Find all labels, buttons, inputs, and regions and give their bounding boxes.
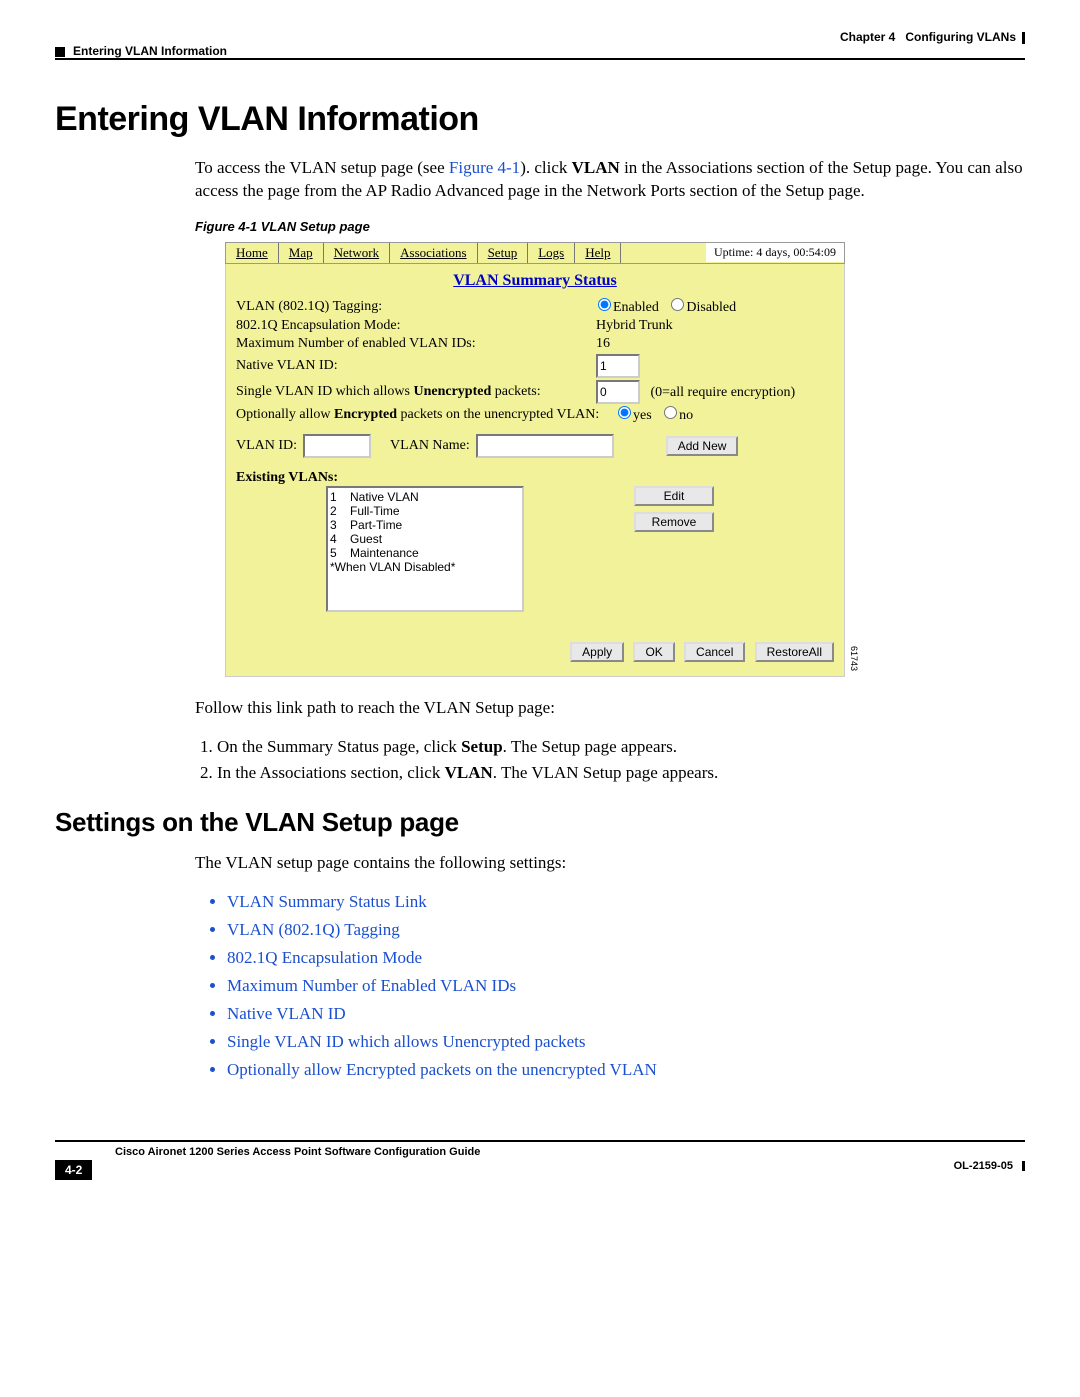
figure-vlan-setup: Home Map Network Associations Setup Logs… bbox=[225, 242, 845, 677]
vlan-name-label: VLAN Name: bbox=[390, 438, 470, 454]
vlan-name-input[interactable] bbox=[476, 434, 614, 458]
bullet-link[interactable]: VLAN Summary Status Link bbox=[227, 892, 427, 911]
restoreall-button[interactable]: RestoreAll bbox=[755, 642, 834, 662]
edit-button[interactable]: Edit bbox=[634, 486, 714, 506]
settings-intro: The VLAN setup page contains the followi… bbox=[195, 852, 1025, 875]
nav-setup[interactable]: Setup bbox=[488, 245, 518, 260]
cancel-button[interactable]: Cancel bbox=[684, 642, 745, 662]
apply-button[interactable]: Apply bbox=[570, 642, 624, 662]
tagging-disabled-radio[interactable] bbox=[671, 298, 684, 311]
bullet-link[interactable]: 802.1Q Encapsulation Mode bbox=[227, 948, 422, 967]
step-2: In the Associations section, click VLAN.… bbox=[217, 763, 1025, 783]
summary-status-link[interactable]: VLAN Summary Status bbox=[236, 272, 834, 290]
footer-ol: OL-2159-05 bbox=[954, 1160, 1025, 1172]
vlan-id-input[interactable] bbox=[303, 434, 371, 458]
figure-caption: Figure 4-1 VLAN Setup page bbox=[195, 219, 1025, 234]
remove-button[interactable]: Remove bbox=[634, 512, 714, 532]
figure-id: 61743 bbox=[849, 646, 859, 671]
ok-button[interactable]: OK bbox=[633, 642, 674, 662]
follow-text: Follow this link path to reach the VLAN … bbox=[195, 697, 1025, 720]
single-note: (0=all require encryption) bbox=[651, 385, 796, 400]
bullet-link[interactable]: Single VLAN ID which allows Unencrypted … bbox=[227, 1032, 586, 1051]
page-title: Entering VLAN Information bbox=[55, 100, 1025, 139]
nav-logs[interactable]: Logs bbox=[538, 245, 564, 260]
figure-ref-link[interactable]: Figure 4-1 bbox=[449, 158, 520, 177]
native-vlan-input[interactable] bbox=[596, 354, 640, 378]
existing-vlans-label: Existing VLANs: bbox=[236, 470, 834, 486]
nav-map[interactable]: Map bbox=[289, 245, 313, 260]
list-item[interactable]: *When VLAN Disabled* bbox=[330, 560, 520, 574]
steps-list: On the Summary Status page, click Setup.… bbox=[195, 737, 1025, 783]
vlan-id-label: VLAN ID: bbox=[236, 438, 297, 454]
list-item[interactable]: 5 Maintenance bbox=[330, 546, 520, 560]
step-1: On the Summary Status page, click Setup.… bbox=[217, 737, 1025, 757]
nav-network[interactable]: Network bbox=[334, 245, 380, 260]
add-new-button[interactable]: Add New bbox=[666, 436, 739, 456]
subtitle: Settings on the VLAN Setup page bbox=[55, 807, 1025, 838]
max-value: 16 bbox=[596, 336, 610, 352]
section-header: Entering VLAN Information bbox=[55, 44, 227, 58]
nav-home[interactable]: Home bbox=[236, 245, 268, 260]
max-label: Maximum Number of enabled VLAN IDs: bbox=[236, 336, 596, 352]
bullet-link[interactable]: Optionally allow Encrypted packets on th… bbox=[227, 1060, 657, 1079]
encap-label: 802.1Q Encapsulation Mode: bbox=[236, 318, 596, 334]
single-vlan-input[interactable] bbox=[596, 380, 640, 404]
footer-guide: Cisco Aironet 1200 Series Access Point S… bbox=[115, 1146, 480, 1158]
page-number: 4-2 bbox=[55, 1160, 92, 1180]
chapter-header: Chapter 4 Configuring VLANs bbox=[840, 30, 1025, 44]
single-label: Single VLAN ID which allows Unencrypted … bbox=[236, 384, 596, 400]
opt-no-radio[interactable] bbox=[664, 406, 677, 419]
list-item[interactable]: 4 Guest bbox=[330, 532, 520, 546]
bullet-link[interactable]: Maximum Number of Enabled VLAN IDs bbox=[227, 976, 516, 995]
native-label: Native VLAN ID: bbox=[236, 358, 596, 374]
opt-label: Optionally allow Encrypted packets on th… bbox=[236, 407, 616, 423]
bullet-link[interactable]: Native VLAN ID bbox=[227, 1004, 346, 1023]
uptime-text: Uptime: 4 days, 00:54:09 bbox=[706, 243, 844, 262]
opt-yes-radio[interactable] bbox=[618, 406, 631, 419]
nav-associations[interactable]: Associations bbox=[400, 245, 466, 260]
list-item[interactable]: 3 Part-Time bbox=[330, 518, 520, 532]
settings-bullets: VLAN Summary Status Link VLAN (802.1Q) T… bbox=[205, 892, 1025, 1080]
encap-value: Hybrid Trunk bbox=[596, 318, 673, 334]
nav-bar: Home Map Network Associations Setup Logs… bbox=[226, 243, 621, 263]
existing-vlans-listbox[interactable]: 1 Native VLAN 2 Full-Time 3 Part-Time 4 … bbox=[326, 486, 524, 612]
bullet-link[interactable]: VLAN (802.1Q) Tagging bbox=[227, 920, 400, 939]
tagging-enabled-radio[interactable] bbox=[598, 298, 611, 311]
list-item[interactable]: 2 Full-Time bbox=[330, 504, 520, 518]
list-item[interactable]: 1 Native VLAN bbox=[330, 490, 520, 504]
intro-paragraph: To access the VLAN setup page (see Figur… bbox=[195, 157, 1025, 203]
nav-help[interactable]: Help bbox=[585, 245, 610, 260]
tagging-label: VLAN (802.1Q) Tagging: bbox=[236, 299, 596, 315]
